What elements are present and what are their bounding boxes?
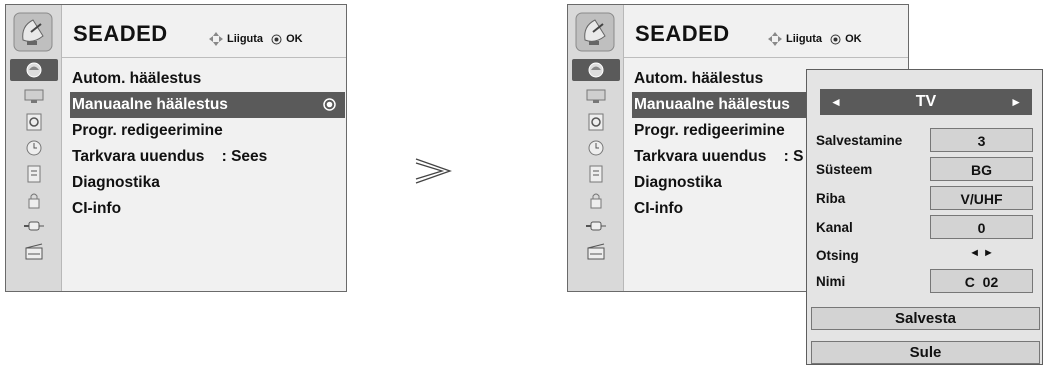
sidebar-item-option[interactable]: [572, 163, 620, 185]
ok-hint-label: OK: [286, 33, 303, 45]
option-icon: [27, 165, 41, 183]
menu-item-software-update[interactable]: Tarkvara uuendus : S: [632, 144, 807, 170]
menu-item-manual-tuning[interactable]: Manuaalne häälestus: [632, 92, 807, 118]
sidebar-item-audio[interactable]: [572, 111, 620, 133]
name-field[interactable]: C 02: [930, 269, 1033, 293]
settings-menu-screen-left: SEADED Liiguta OK Autom. häälestus Manua…: [5, 4, 347, 292]
lock-icon: [590, 193, 602, 209]
system-row: Süsteem BG: [816, 157, 1036, 181]
monitor-icon: [24, 89, 44, 103]
menu-item-software-update[interactable]: Tarkvara uuendus : Sees: [70, 144, 345, 170]
settings-menu-list: Autom. häälestus Manuaalne häälestus Pro…: [632, 66, 807, 222]
satellite-dish-icon: [13, 12, 53, 52]
navigation-hint: Liiguta OK: [209, 32, 303, 46]
input-icon: [586, 221, 606, 231]
menu-item-ci-info[interactable]: CI-info: [632, 196, 807, 222]
band-field[interactable]: V/UHF: [930, 186, 1033, 210]
settings-menu-list: Autom. häälestus Manuaalne häälestus Pro…: [70, 66, 345, 222]
picture-icon: [588, 62, 604, 78]
channel-field[interactable]: 0: [930, 215, 1033, 239]
storage-row: Salvestamine 3: [816, 128, 1036, 152]
sidebar-item-lock[interactable]: [572, 189, 620, 211]
media-icon: [25, 243, 43, 260]
name-row: Nimi C 02: [816, 269, 1036, 293]
search-label: Otsing: [816, 248, 859, 263]
move-arrows-icon: [209, 32, 223, 46]
sidebar-item-setup[interactable]: [572, 59, 620, 81]
clock-icon: [588, 140, 604, 156]
ok-button-icon: [271, 34, 282, 44]
monitor-icon: [586, 89, 606, 103]
sidebar-item-lock[interactable]: [10, 189, 58, 211]
picture-icon: [26, 62, 42, 78]
option-icon: [589, 165, 603, 183]
sidebar-item-media[interactable]: [10, 241, 58, 263]
band-label: Riba: [816, 191, 846, 206]
sidebar-item-setup[interactable]: [10, 59, 58, 81]
close-button[interactable]: Sule: [811, 341, 1040, 364]
sidebar-item-option[interactable]: [10, 163, 58, 185]
band-row: Riba V/UHF: [816, 186, 1036, 210]
media-icon: [587, 243, 605, 260]
menu-item-auto-tuning[interactable]: Autom. häälestus: [632, 66, 807, 92]
category-sidebar: [568, 5, 624, 291]
page-title: SEADED: [635, 21, 730, 46]
selected-radio-icon: [323, 98, 336, 111]
system-label: Süsteem: [816, 162, 873, 177]
name-label: Nimi: [816, 274, 846, 289]
channel-label: Kanal: [816, 220, 853, 235]
lock-icon: [28, 193, 40, 209]
header-divider: [624, 57, 908, 58]
category-sidebar: [6, 5, 62, 291]
menu-item-program-edit[interactable]: Progr. redigeerimine: [70, 118, 345, 144]
sidebar-item-audio[interactable]: [10, 111, 58, 133]
menu-item-diagnostics[interactable]: Diagnostika: [632, 170, 807, 196]
channel-row: Kanal 0: [816, 215, 1036, 239]
sidebar-item-picture[interactable]: [10, 85, 58, 107]
sidebar-item-time[interactable]: [572, 137, 620, 159]
move-arrows-icon: [768, 32, 782, 46]
storage-field[interactable]: 3: [930, 128, 1033, 152]
menu-item-program-edit[interactable]: Progr. redigeerimine: [632, 118, 807, 144]
arrow-left-icon[interactable]: ◄: [830, 95, 842, 109]
header-divider: [62, 57, 346, 58]
menu-item-ci-info[interactable]: CI-info: [70, 196, 345, 222]
move-hint-label: Liiguta: [786, 33, 823, 45]
clock-icon: [26, 140, 42, 156]
source-selector[interactable]: ◄ TV ►: [820, 89, 1032, 115]
sidebar-item-media[interactable]: [572, 241, 620, 263]
move-hint-label: Liiguta: [227, 33, 264, 45]
page-title: SEADED: [73, 21, 168, 46]
menu-item-diagnostics[interactable]: Diagnostika: [70, 170, 345, 196]
menu-item-manual-tuning[interactable]: Manuaalne häälestus: [70, 92, 345, 118]
input-icon: [24, 221, 44, 231]
sidebar-item-input[interactable]: [572, 215, 620, 237]
source-label: TV: [915, 93, 937, 110]
manual-tuning-dialog: ◄ TV ► Salvestamine 3 Süsteem BG Riba V/…: [806, 69, 1043, 365]
search-arrows-icon[interactable]: ◄ ►: [930, 247, 1033, 259]
ok-hint-label: OK: [845, 33, 862, 45]
satellite-dish-icon: [575, 12, 615, 52]
sidebar-item-input[interactable]: [10, 215, 58, 237]
arrow-right-icon[interactable]: ►: [1010, 95, 1022, 109]
speaker-icon: [588, 113, 604, 131]
sidebar-item-time[interactable]: [10, 137, 58, 159]
sidebar-item-picture[interactable]: [572, 85, 620, 107]
storage-label: Salvestamine: [816, 133, 903, 148]
navigation-hint: Liiguta OK: [768, 32, 862, 46]
save-button[interactable]: Salvesta: [811, 307, 1040, 330]
search-row: Otsing ◄ ►: [816, 243, 1036, 267]
next-step-arrow-icon: [415, 158, 452, 184]
menu-item-auto-tuning[interactable]: Autom. häälestus: [70, 66, 345, 92]
system-field[interactable]: BG: [930, 157, 1033, 181]
speaker-icon: [26, 113, 42, 131]
ok-button-icon: [830, 34, 841, 44]
